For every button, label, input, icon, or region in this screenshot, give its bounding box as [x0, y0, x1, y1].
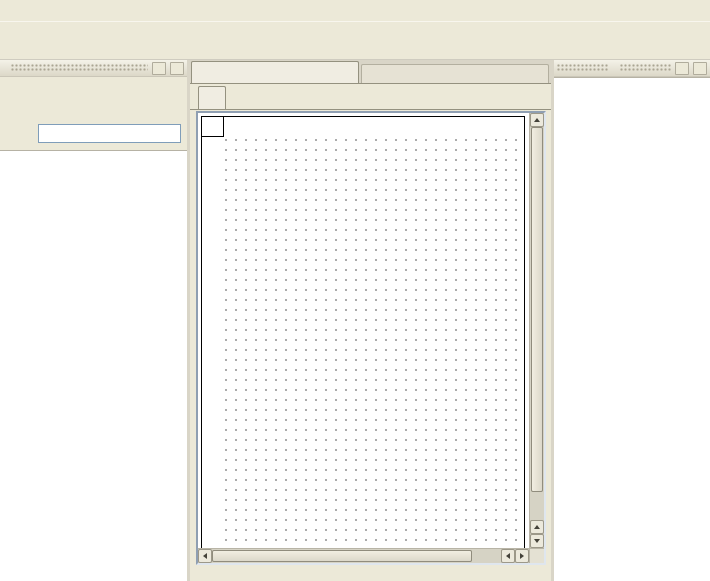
elements-panel [0, 60, 190, 581]
close-panel-button[interactable] [170, 62, 184, 75]
triangle-up-icon [534, 118, 540, 122]
vertical-scroll-thumb[interactable] [531, 127, 543, 492]
triangle-left-icon [506, 553, 510, 559]
triangle-down-icon [534, 539, 540, 543]
schema-tabbar [190, 84, 551, 110]
triangle-right-icon [520, 553, 524, 559]
project-tab[interactable] [191, 61, 359, 83]
float-undo-panel-button[interactable] [675, 62, 689, 75]
menubar [0, 0, 710, 21]
close-undo-panel-button[interactable] [693, 62, 707, 75]
undo-list [554, 77, 710, 581]
diagram-view-frame [196, 111, 546, 565]
scroll-left-button-2[interactable] [501, 549, 515, 563]
elements-panel-titlebar[interactable] [0, 60, 187, 77]
main-toolbar [0, 21, 710, 60]
triangle-left-icon [203, 553, 207, 559]
undo-panel-titlebar[interactable] [554, 60, 710, 77]
filter-row [0, 121, 187, 145]
diagram-sheet [201, 116, 525, 548]
elements-panel-toolbar [0, 77, 187, 117]
main-area [0, 60, 710, 581]
scroll-right-button[interactable] [515, 549, 529, 563]
ruler-corner [202, 117, 224, 137]
qelectrotech-window [0, 0, 710, 581]
tabbar-empty-space [361, 64, 549, 83]
clear-filter-button[interactable] [6, 123, 28, 143]
float-panel-button[interactable] [152, 62, 166, 75]
filter-input[interactable] [38, 124, 181, 143]
undo-panel [551, 60, 710, 581]
scroll-up-button[interactable] [530, 113, 544, 127]
scrollbar-corner [529, 548, 544, 563]
row-ruler [202, 137, 224, 548]
scroll-left-button[interactable] [198, 549, 212, 563]
diagram-grid[interactable] [225, 138, 524, 548]
scroll-down-button[interactable] [530, 534, 544, 548]
horizontal-scroll-track[interactable] [212, 549, 501, 563]
schema-tab[interactable] [198, 86, 226, 109]
horizontal-scroll-thumb[interactable] [212, 550, 472, 562]
project-tabbar [190, 60, 551, 84]
triangle-up-icon [534, 525, 540, 529]
dock-grip [11, 64, 148, 72]
diagram-view[interactable] [198, 113, 529, 548]
column-ruler [224, 117, 524, 137]
project-window [190, 84, 551, 581]
dock-grip [620, 64, 671, 72]
vertical-scrollbar[interactable] [529, 113, 544, 548]
mdi-area [190, 60, 551, 581]
dock-grip [557, 64, 608, 72]
horizontal-scrollbar[interactable] [198, 548, 529, 563]
scroll-up-button-2[interactable] [530, 520, 544, 534]
elements-tree [0, 150, 187, 581]
vertical-scroll-track[interactable] [530, 127, 544, 520]
